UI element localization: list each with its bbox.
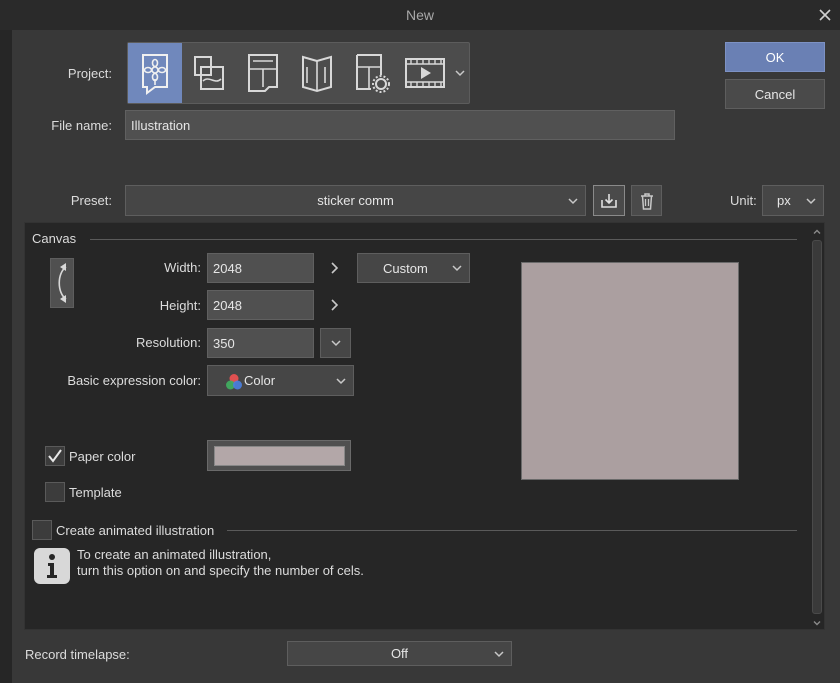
chevron-down-icon bbox=[568, 197, 578, 204]
preset-dropdown[interactable]: sticker comm bbox=[125, 185, 586, 216]
close-icon[interactable] bbox=[815, 5, 835, 25]
unit-label: Unit: bbox=[730, 193, 757, 208]
paper-color-label: Paper color bbox=[69, 449, 136, 464]
chevron-down-icon bbox=[330, 340, 341, 347]
template-checkbox[interactable] bbox=[45, 482, 65, 502]
chevron-down-icon bbox=[336, 377, 346, 384]
width-label: Width: bbox=[164, 260, 201, 275]
resolution-input[interactable]: 350 bbox=[207, 328, 314, 358]
illustration-icon bbox=[142, 54, 168, 95]
swap-dimensions-button[interactable] bbox=[50, 258, 74, 308]
color-mode-value: Color bbox=[244, 373, 276, 388]
cancel-button[interactable]: Cancel bbox=[725, 79, 825, 109]
project-illustration-button[interactable] bbox=[128, 43, 182, 103]
info-icon bbox=[34, 548, 70, 584]
width-arrow-icon[interactable] bbox=[328, 260, 342, 276]
animation-divider bbox=[227, 530, 797, 531]
webtoon-icon bbox=[194, 56, 224, 90]
width-input[interactable]: 2048 bbox=[207, 253, 314, 283]
project-webtoon-button[interactable] bbox=[182, 43, 236, 103]
save-preset-button[interactable] bbox=[593, 185, 625, 216]
preset-label: Preset: bbox=[70, 193, 112, 208]
height-arrow-icon[interactable] bbox=[328, 297, 342, 313]
ok-button[interactable]: OK bbox=[725, 42, 825, 72]
project-book-button[interactable] bbox=[290, 43, 344, 103]
resolution-label: Resolution: bbox=[135, 335, 201, 350]
window-title: New bbox=[405, 7, 434, 23]
chevron-down-icon bbox=[452, 265, 462, 272]
color-mode-label: Basic expression color: bbox=[67, 373, 201, 388]
checkmark-icon bbox=[48, 449, 62, 463]
animation-icon bbox=[405, 58, 445, 88]
project-type-selector bbox=[127, 42, 470, 104]
swap-arrows-icon bbox=[58, 263, 67, 303]
height-input[interactable]: 2048 bbox=[207, 290, 314, 320]
project-comic-settings-button[interactable] bbox=[344, 43, 398, 103]
animation-info-text: To create an animated illustration, turn… bbox=[77, 547, 364, 579]
file-name-label: File name: bbox=[51, 118, 112, 133]
scrollbar-thumb[interactable] bbox=[812, 240, 822, 614]
project-more-dropdown[interactable] bbox=[450, 43, 470, 103]
chevron-down-icon bbox=[806, 197, 816, 204]
animated-illustration-checkbox[interactable] bbox=[32, 520, 52, 540]
comic-icon bbox=[248, 54, 278, 92]
timelapse-label: Record timelapse: bbox=[25, 647, 130, 662]
chevron-down-icon bbox=[455, 70, 465, 77]
book-icon bbox=[302, 55, 332, 93]
canvas-preview bbox=[521, 262, 739, 480]
delete-preset-button[interactable] bbox=[631, 185, 662, 216]
project-label: Project: bbox=[67, 66, 112, 81]
comic-settings-icon bbox=[356, 54, 390, 93]
file-name-input[interactable]: Illustration bbox=[125, 110, 675, 140]
paper-color-checkbox[interactable] bbox=[45, 446, 65, 466]
animation-info-line2: turn this option on and specify the numb… bbox=[77, 563, 364, 578]
scroll-down-icon[interactable] bbox=[811, 617, 823, 629]
project-comic-button[interactable] bbox=[236, 43, 290, 103]
chevron-down-icon bbox=[494, 650, 504, 657]
canvas-section-label: Canvas bbox=[32, 231, 77, 246]
size-preset-dropdown[interactable]: Custom bbox=[357, 253, 470, 283]
size-preset-value: Custom bbox=[383, 260, 428, 276]
preset-value: sticker comm bbox=[317, 193, 394, 208]
trash-icon bbox=[640, 192, 653, 210]
canvas-divider bbox=[90, 239, 797, 240]
template-label: Template bbox=[69, 485, 122, 500]
save-preset-icon bbox=[601, 193, 617, 208]
resolution-dropdown[interactable] bbox=[320, 328, 351, 358]
project-animation-button[interactable] bbox=[398, 43, 452, 103]
color-mode-dropdown[interactable]: Color bbox=[207, 365, 354, 396]
color-circles-icon bbox=[226, 374, 242, 390]
unit-dropdown[interactable]: px bbox=[762, 185, 824, 216]
scroll-up-icon[interactable] bbox=[811, 226, 823, 238]
height-label: Height: bbox=[159, 298, 201, 313]
unit-value: px bbox=[777, 193, 791, 208]
animation-info-line1: To create an animated illustration, bbox=[77, 547, 272, 562]
timelapse-value: Off bbox=[390, 646, 409, 661]
animated-illustration-label: Create animated illustration bbox=[56, 523, 215, 538]
timelapse-dropdown[interactable]: Off bbox=[287, 641, 512, 666]
paper-color-swatch[interactable] bbox=[214, 446, 345, 466]
